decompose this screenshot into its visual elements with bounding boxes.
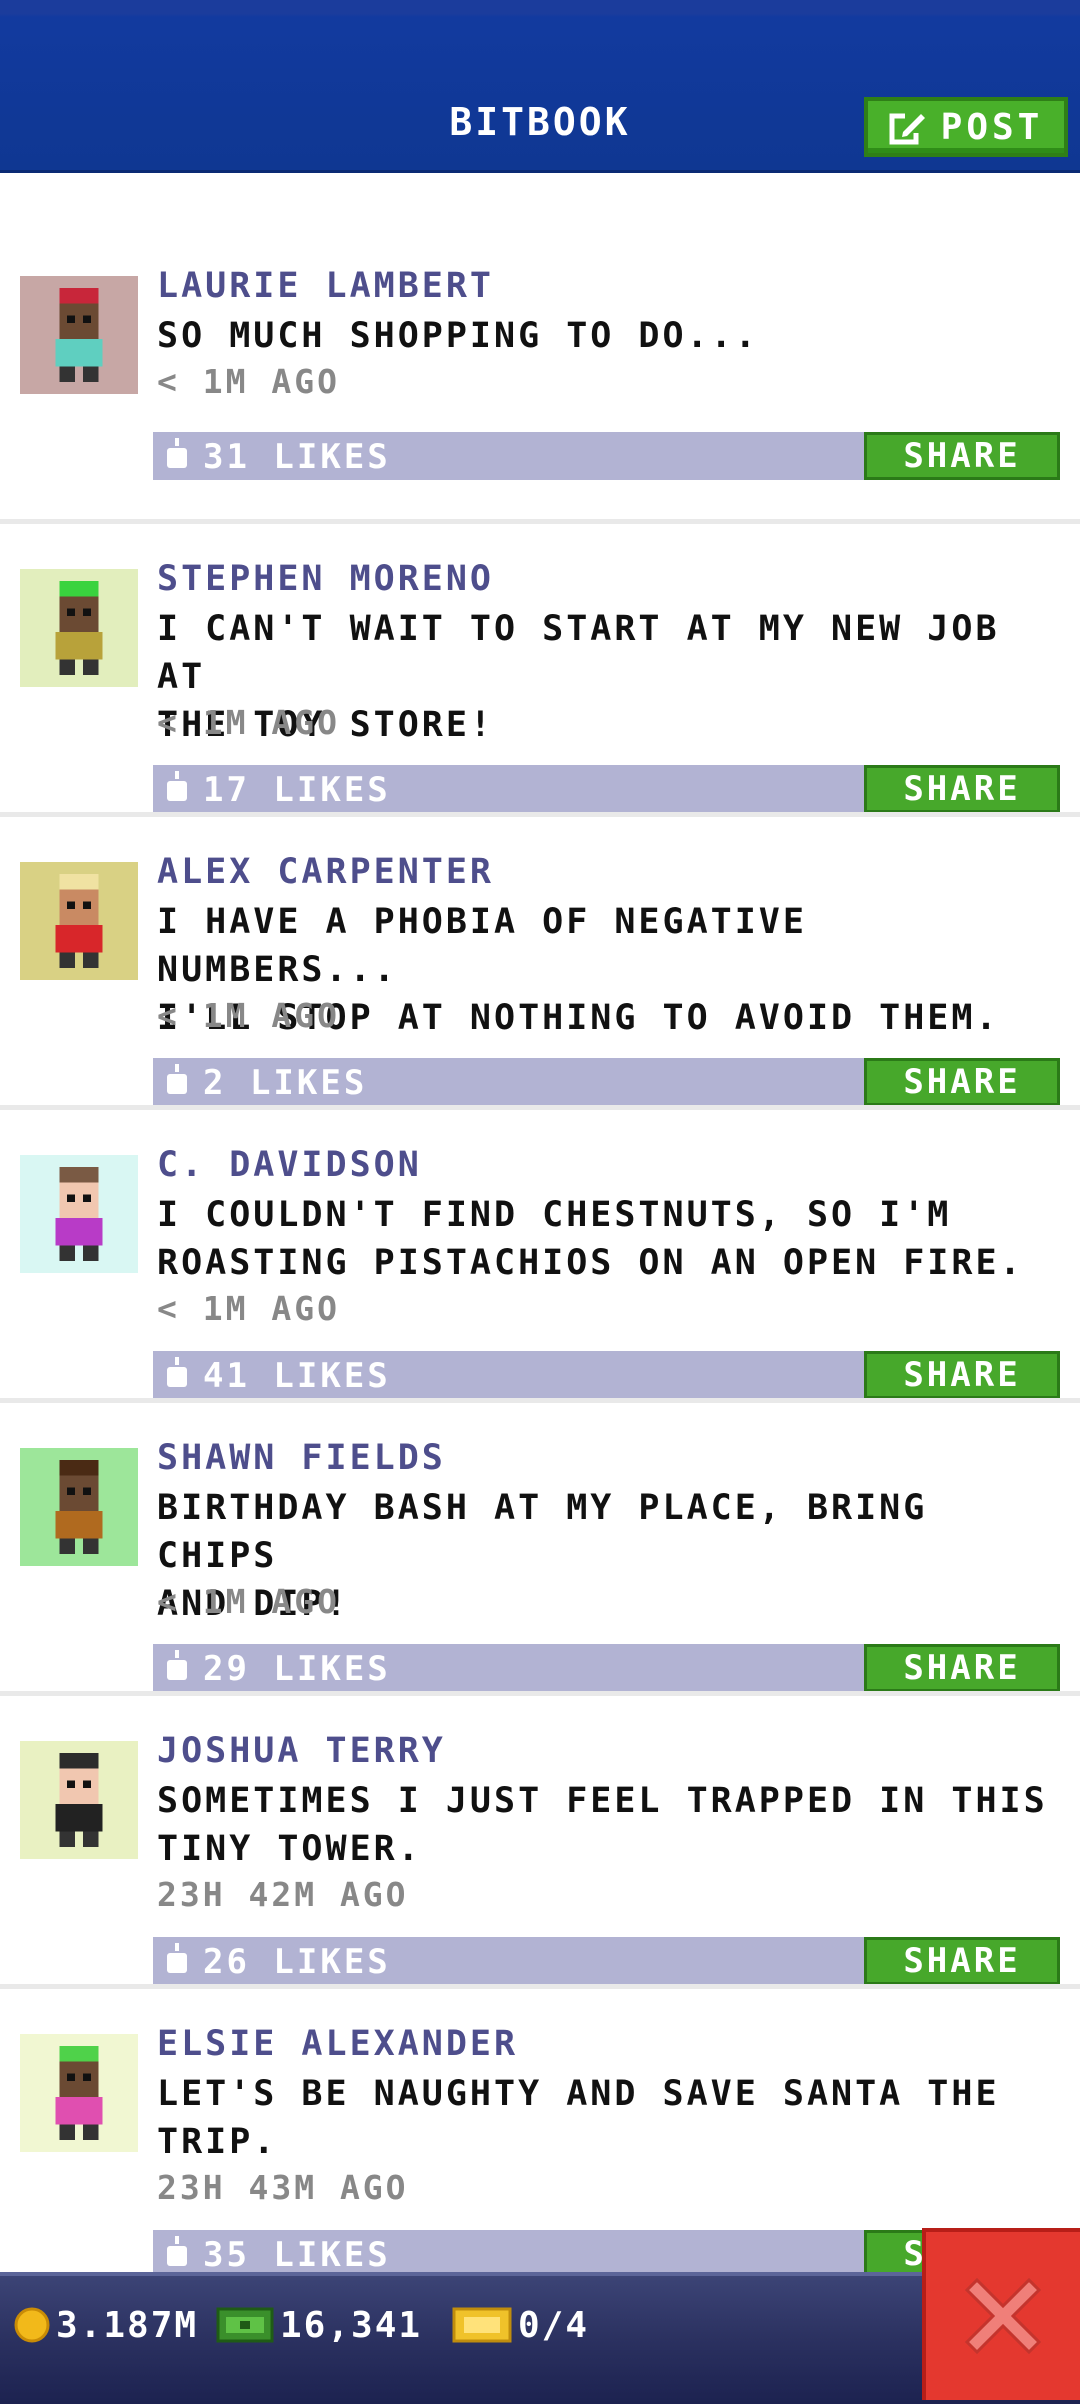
post-message-line: LET'S BE NAUGHTY AND SAVE SANTA THE: [157, 2074, 1000, 2114]
avatar[interactable]: [20, 569, 138, 687]
likes-bar[interactable]: 41 LIKES SHARE: [153, 1351, 1060, 1399]
share-button[interactable]: SHARE: [864, 765, 1060, 813]
post-message-line: SO MUCH SHOPPING TO DO...: [157, 316, 759, 356]
likes-count: 41 LIKES: [203, 1356, 391, 1396]
likes-count: 17 LIKES: [203, 770, 391, 810]
share-button[interactable]: SHARE: [864, 1937, 1060, 1985]
post-author[interactable]: STEPHEN MORENO: [157, 559, 494, 599]
post-author[interactable]: C. DAVIDSON: [157, 1145, 422, 1185]
compose-icon: [889, 111, 925, 145]
likes-bar[interactable]: 26 LIKES SHARE: [153, 1937, 1060, 1985]
likes-count: 29 LIKES: [203, 1649, 391, 1689]
likes-bar[interactable]: 31 LIKES SHARE: [153, 432, 1060, 480]
post-item: C. DAVIDSON I COULDN'T FIND CHESTNUTS, S…: [0, 1105, 1080, 1408]
post-message-line: ROASTING PISTACHIOS ON AN OPEN FIRE.: [157, 1243, 1024, 1283]
post-time: < 1M AGO: [157, 996, 340, 1035]
post-author[interactable]: JOSHUA TERRY: [157, 1731, 446, 1771]
coins-stat[interactable]: 3.187M: [14, 2300, 198, 2350]
post-time: 23H 42M AGO: [157, 1875, 409, 1914]
post-message-line: TINY TOWER.: [157, 1829, 422, 1869]
avatar[interactable]: [20, 862, 138, 980]
likes-bar[interactable]: 2 LIKES SHARE: [153, 1058, 1060, 1106]
like-icon: [167, 771, 187, 801]
post-item: LAURIE LAMBERT SO MUCH SHOPPING TO DO...…: [0, 236, 1080, 529]
avatar[interactable]: [20, 1155, 138, 1273]
share-button[interactable]: SHARE: [864, 1644, 1060, 1692]
post-item: JOSHUA TERRY SOMETIMES I JUST FEEL TRAPP…: [0, 1691, 1080, 1994]
person-icon: [55, 580, 103, 676]
close-button[interactable]: [922, 2228, 1080, 2400]
post-item: STEPHEN MORENO I CAN'T WAIT TO START AT …: [0, 519, 1080, 822]
post-message-line: TRIP.: [157, 2122, 278, 2162]
post-item: SHAWN FIELDS BIRTHDAY BASH AT MY PLACE, …: [0, 1398, 1080, 1701]
share-button[interactable]: SHARE: [864, 1058, 1060, 1106]
share-button[interactable]: SHARE: [864, 1351, 1060, 1399]
post-time: < 1M AGO: [157, 1289, 340, 1328]
bux-icon: [216, 2307, 274, 2343]
post-message: SOMETIMES I JUST FEEL TRAPPED IN THIS TI…: [157, 1777, 1057, 1873]
app-header: BITBOOK POST: [0, 0, 1080, 173]
bux-value: 16,341: [280, 2304, 423, 2346]
bux-stat[interactable]: 16,341: [216, 2300, 422, 2350]
coins-value: 3.187M: [56, 2304, 199, 2346]
ticket-icon: [452, 2307, 512, 2343]
post-author[interactable]: ELSIE ALEXANDER: [157, 2024, 518, 2064]
person-icon: [55, 1752, 103, 1848]
status-bar: 3.187M 16,341 0/4: [0, 2272, 1080, 2404]
post-button[interactable]: POST: [864, 97, 1068, 157]
like-icon: [167, 438, 187, 468]
avatar[interactable]: [20, 276, 138, 394]
like-icon: [167, 1943, 187, 1973]
person-icon: [55, 873, 103, 969]
avatar[interactable]: [20, 1741, 138, 1859]
likes-count: 2 LIKES: [203, 1063, 368, 1103]
likes-count: 31 LIKES: [203, 437, 391, 477]
post-message: SO MUCH SHOPPING TO DO...: [157, 312, 1057, 360]
coin-icon: [14, 2307, 50, 2343]
post-time: < 1M AGO: [157, 1582, 340, 1621]
person-icon: [55, 1459, 103, 1555]
tickets-stat[interactable]: 0/4: [452, 2300, 589, 2350]
post-message-line: BIRTHDAY BASH AT MY PLACE, BRING CHIPS: [157, 1488, 928, 1576]
post-feed[interactable]: LAURIE LAMBERT SO MUCH SHOPPING TO DO...…: [0, 236, 1080, 2287]
post-item: ALEX CARPENTER I HAVE A PHOBIA OF NEGATI…: [0, 812, 1080, 1115]
post-message-line: I HAVE A PHOBIA OF NEGATIVE NUMBERS...: [157, 902, 807, 990]
like-icon: [167, 1650, 187, 1680]
tickets-value: 0/4: [518, 2304, 590, 2346]
likes-count: 35 LIKES: [203, 2235, 391, 2275]
post-time: < 1M AGO: [157, 362, 340, 401]
likes-count: 26 LIKES: [203, 1942, 391, 1982]
avatar[interactable]: [20, 2034, 138, 2152]
post-time: < 1M AGO: [157, 703, 340, 742]
person-icon: [55, 287, 103, 383]
likes-bar[interactable]: 17 LIKES SHARE: [153, 765, 1060, 813]
post-author[interactable]: SHAWN FIELDS: [157, 1438, 446, 1478]
post-item: ELSIE ALEXANDER LET'S BE NAUGHTY AND SAV…: [0, 1984, 1080, 2287]
post-message: LET'S BE NAUGHTY AND SAVE SANTA THE TRIP…: [157, 2070, 1057, 2166]
avatar[interactable]: [20, 1448, 138, 1566]
post-time: 23H 43M AGO: [157, 2168, 409, 2207]
likes-bar[interactable]: 29 LIKES SHARE: [153, 1644, 1060, 1692]
post-message-line: I CAN'T WAIT TO START AT MY NEW JOB AT: [157, 609, 1000, 697]
like-icon: [167, 1064, 187, 1094]
close-icon: [964, 2277, 1042, 2355]
post-author[interactable]: LAURIE LAMBERT: [157, 266, 494, 306]
post-message-line: SOMETIMES I JUST FEEL TRAPPED IN THIS: [157, 1781, 1048, 1821]
post-author[interactable]: ALEX CARPENTER: [157, 852, 494, 892]
person-icon: [55, 1166, 103, 1262]
post-button-label: POST: [940, 106, 1044, 148]
like-icon: [167, 2236, 187, 2266]
post-message: I COULDN'T FIND CHESTNUTS, SO I'M ROASTI…: [157, 1191, 1057, 1287]
post-message-line: I COULDN'T FIND CHESTNUTS, SO I'M: [157, 1195, 952, 1235]
like-icon: [167, 1357, 187, 1387]
person-icon: [55, 2045, 103, 2141]
share-button[interactable]: SHARE: [864, 432, 1060, 480]
